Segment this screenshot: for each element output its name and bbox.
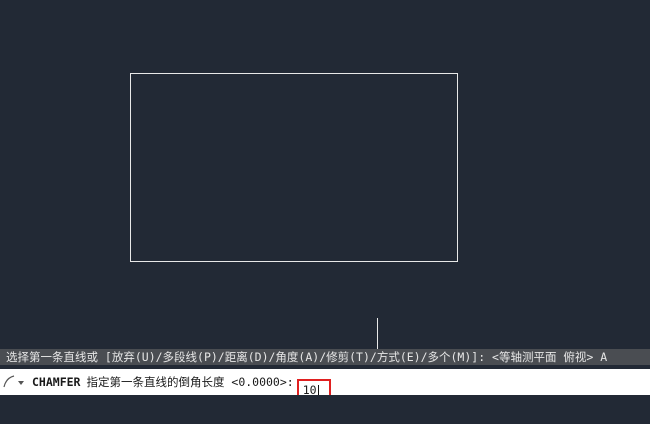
command-prompt: 指定第一条直线的倒角长度 <0.0000>: <box>86 375 294 389</box>
command-line-bar[interactable]: CHAMFER 指定第一条直线的倒角长度 <0.0000>: 10 <box>0 369 650 401</box>
crosshair-cursor <box>377 318 378 350</box>
rectangle-shape[interactable] <box>130 73 458 262</box>
command-history-line: 选择第一条直线或 [放弃(U)/多段线(P)/距离(D)/角度(A)/修剪(T)… <box>0 349 650 365</box>
command-line-icon[interactable] <box>0 369 30 395</box>
bottom-strip <box>0 395 650 424</box>
command-name: CHAMFER <box>32 375 81 389</box>
